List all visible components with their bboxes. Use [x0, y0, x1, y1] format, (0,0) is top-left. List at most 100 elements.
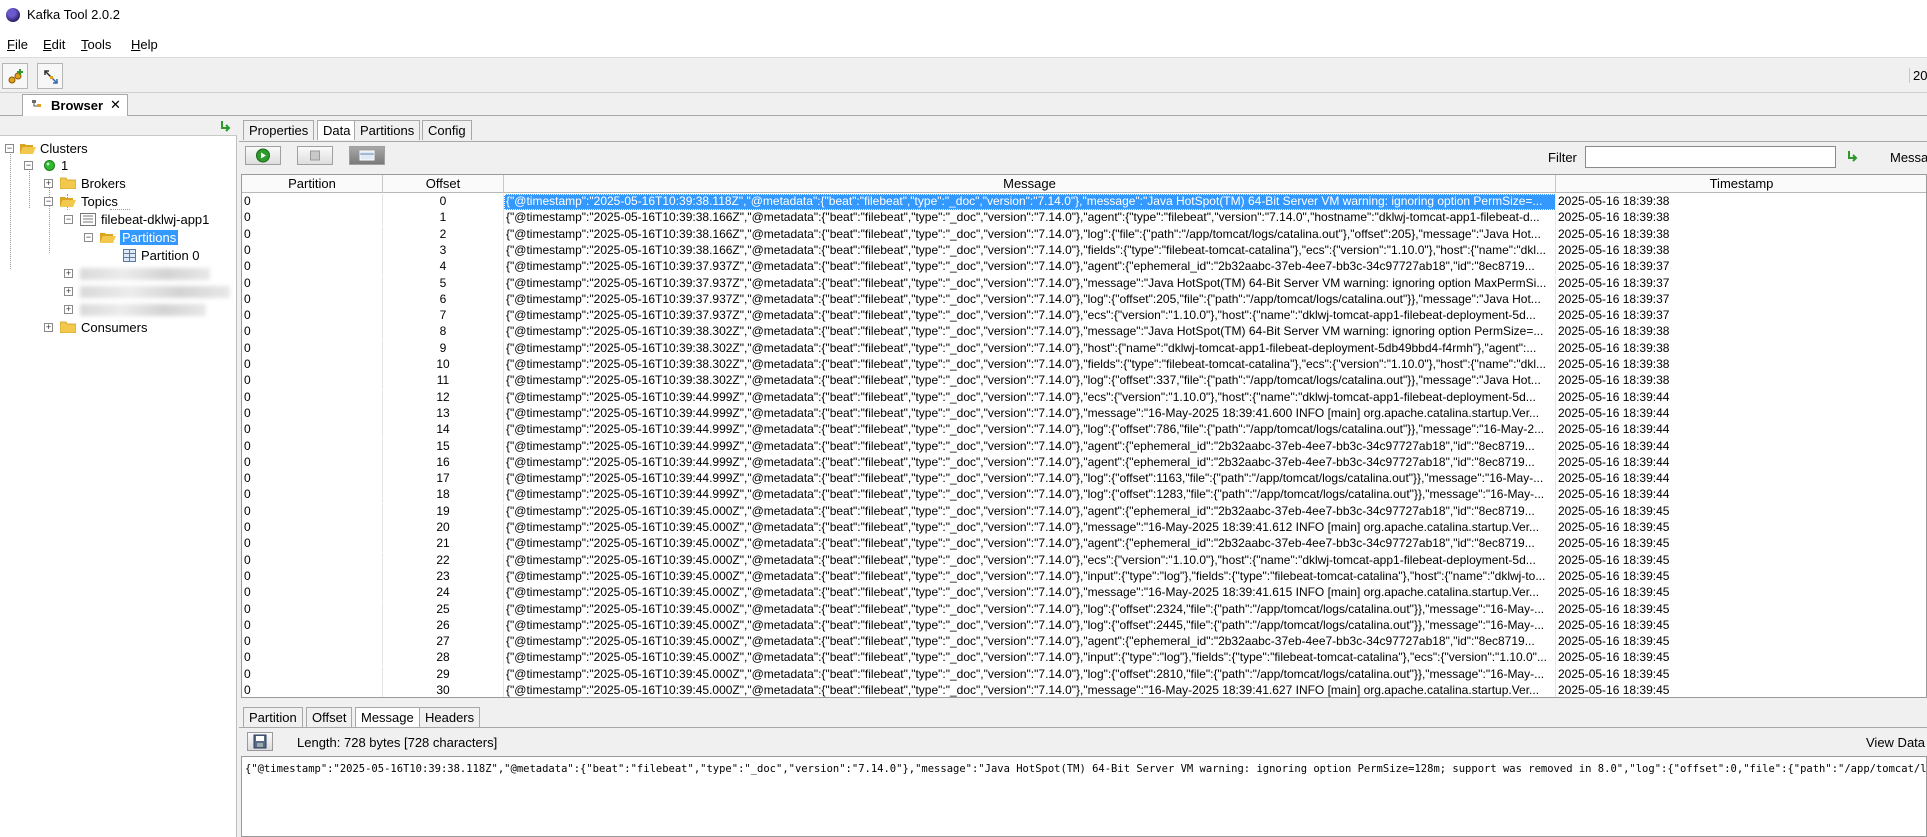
- cell-offset[interactable]: 30: [383, 683, 504, 697]
- cell-offset[interactable]: 3: [383, 242, 504, 259]
- save-message-button[interactable]: [247, 732, 273, 751]
- table-row[interactable]: 0 29 {"@timestamp":"2025-05-16T10:39:45.00…: [242, 666, 1926, 683]
- cell-offset[interactable]: 8: [383, 324, 504, 341]
- cell-partition[interactable]: 0: [242, 340, 383, 357]
- cell-partition[interactable]: 0: [242, 683, 383, 697]
- cell-offset[interactable]: 17: [383, 471, 504, 488]
- cell-message[interactable]: {"@timestamp":"2025-05-16T10:39:44.999Z"…: [504, 422, 1556, 439]
- tree-node-consumers[interactable]: + Consumers: [0, 319, 237, 337]
- cell-offset[interactable]: 24: [383, 585, 504, 602]
- cell-timestamp[interactable]: 2025-05-16 18:39:45: [1556, 553, 1926, 569]
- cell-message[interactable]: {"@timestamp":"2025-05-16T10:39:44.999Z"…: [504, 454, 1556, 471]
- column-header-timestamp[interactable]: Timestamp: [1556, 175, 1926, 193]
- cell-message[interactable]: {"@timestamp":"2025-05-16T10:39:45.000Z"…: [504, 634, 1556, 651]
- tree-node-brokers[interactable]: + Brokers: [0, 175, 237, 193]
- menu-tools[interactable]: Tools: [81, 37, 111, 52]
- close-tab-icon[interactable]: ✕: [110, 97, 121, 113]
- expand-topic-icon[interactable]: +: [64, 287, 73, 296]
- cell-timestamp[interactable]: 2025-05-16 18:39:45: [1556, 683, 1926, 697]
- cell-partition[interactable]: 0: [242, 324, 383, 341]
- cell-offset[interactable]: 15: [383, 438, 504, 455]
- cell-partition[interactable]: 0: [242, 536, 383, 553]
- table-row[interactable]: 0 14 {"@timestamp":"2025-05-16T10:39:44.99…: [242, 422, 1926, 439]
- cell-message[interactable]: {"@timestamp":"2025-05-16T10:39:37.937Z"…: [504, 308, 1556, 325]
- table-row[interactable]: 0 11 {"@timestamp":"2025-05-16T10:39:38.30…: [242, 373, 1926, 390]
- cell-message[interactable]: {"@timestamp":"2025-05-16T10:39:38.166Z"…: [504, 226, 1556, 243]
- cell-partition[interactable]: 0: [242, 259, 383, 276]
- cell-timestamp[interactable]: 2025-05-16 18:39:44: [1556, 406, 1926, 422]
- cell-timestamp[interactable]: 2025-05-16 18:39:38: [1556, 194, 1926, 210]
- cell-message[interactable]: {"@timestamp":"2025-05-16T10:39:38.166Z"…: [504, 210, 1556, 227]
- table-row[interactable]: 0 18 {"@timestamp":"2025-05-16T10:39:44.99…: [242, 487, 1926, 504]
- table-row[interactable]: 0 4 {"@timestamp":"2025-05-16T10:39:37.937…: [242, 259, 1926, 276]
- cell-message[interactable]: {"@timestamp":"2025-05-16T10:39:44.999Z"…: [504, 405, 1556, 422]
- cell-message[interactable]: {"@timestamp":"2025-05-16T10:39:37.937Z"…: [504, 259, 1556, 276]
- cell-partition[interactable]: 0: [242, 405, 383, 422]
- menu-edit[interactable]: Edit: [43, 37, 65, 52]
- cell-timestamp[interactable]: 2025-05-16 18:39:44: [1556, 439, 1926, 455]
- cell-timestamp[interactable]: 2025-05-16 18:39:44: [1556, 422, 1926, 438]
- apply-filter-icon[interactable]: [1845, 149, 1859, 163]
- cell-timestamp[interactable]: 2025-05-16 18:39:37: [1556, 308, 1926, 324]
- cell-partition[interactable]: 0: [242, 568, 383, 585]
- table-row[interactable]: 0 12 {"@timestamp":"2025-05-16T10:39:44.99…: [242, 389, 1926, 406]
- cell-partition[interactable]: 0: [242, 422, 383, 439]
- cell-offset[interactable]: 9: [383, 340, 504, 357]
- table-row[interactable]: 0 1 {"@timestamp":"2025-05-16T10:39:38.166…: [242, 210, 1926, 227]
- cell-message[interactable]: {"@timestamp":"2025-05-16T10:39:45.000Z"…: [504, 568, 1556, 585]
- expand-topic-icon[interactable]: +: [64, 269, 73, 278]
- menu-file[interactable]: File: [7, 37, 28, 52]
- cell-message[interactable]: {"@timestamp":"2025-05-16T10:39:45.000Z"…: [504, 503, 1556, 520]
- cell-message[interactable]: {"@timestamp":"2025-05-16T10:39:45.000Z"…: [504, 650, 1556, 667]
- expand-topic-icon[interactable]: +: [64, 305, 73, 314]
- cell-timestamp[interactable]: 2025-05-16 18:39:37: [1556, 292, 1926, 308]
- filter-input[interactable]: [1585, 146, 1836, 168]
- cell-timestamp[interactable]: 2025-05-16 18:39:38: [1556, 341, 1926, 357]
- cell-partition[interactable]: 0: [242, 503, 383, 520]
- cell-message[interactable]: {"@timestamp":"2025-05-16T10:39:44.999Z"…: [504, 471, 1556, 488]
- tree-node-clusters[interactable]: − Clusters: [0, 140, 237, 158]
- table-row[interactable]: 0 16 {"@timestamp":"2025-05-16T10:39:44.99…: [242, 454, 1926, 471]
- table-row[interactable]: 0 22 {"@timestamp":"2025-05-16T10:39:45.00…: [242, 552, 1926, 569]
- cell-offset[interactable]: 25: [383, 601, 504, 618]
- table-row[interactable]: 0 30 {"@timestamp":"2025-05-16T10:39:45.00…: [242, 683, 1926, 697]
- cell-offset[interactable]: 11: [383, 373, 504, 390]
- cell-timestamp[interactable]: 2025-05-16 18:39:45: [1556, 602, 1926, 618]
- cell-offset[interactable]: 16: [383, 454, 504, 471]
- tab-browser[interactable]: Browser ✕: [22, 94, 128, 116]
- cell-message[interactable]: {"@timestamp":"2025-05-16T10:39:38.166Z"…: [504, 242, 1556, 259]
- cell-partition[interactable]: 0: [242, 552, 383, 569]
- table-row[interactable]: 0 28 {"@timestamp":"2025-05-16T10:39:45.00…: [242, 650, 1926, 667]
- cell-offset[interactable]: 12: [383, 389, 504, 406]
- cell-offset[interactable]: 7: [383, 308, 504, 325]
- tab-partitions[interactable]: Partitions: [354, 120, 421, 140]
- cell-message[interactable]: {"@timestamp":"2025-05-16T10:39:45.000Z"…: [504, 617, 1556, 634]
- cell-offset[interactable]: 13: [383, 405, 504, 422]
- cell-message[interactable]: {"@timestamp":"2025-05-16T10:39:44.999Z"…: [504, 438, 1556, 455]
- collapse-cluster-icon[interactable]: −: [24, 161, 33, 170]
- add-cluster-button[interactable]: [2, 63, 28, 89]
- cell-partition[interactable]: 0: [242, 634, 383, 651]
- table-row[interactable]: 0 27 {"@timestamp":"2025-05-16T10:39:45.00…: [242, 634, 1926, 651]
- cell-offset[interactable]: 28: [383, 650, 504, 667]
- column-header-offset[interactable]: Offset: [383, 175, 504, 193]
- cell-partition[interactable]: 0: [242, 487, 383, 504]
- cell-timestamp[interactable]: 2025-05-16 18:39:38: [1556, 324, 1926, 340]
- cell-offset[interactable]: 4: [383, 259, 504, 276]
- cell-message[interactable]: {"@timestamp":"2025-05-16T10:39:44.999Z"…: [504, 389, 1556, 406]
- tab-detail-offset[interactable]: Offset: [306, 707, 353, 727]
- cell-partition[interactable]: 0: [242, 585, 383, 602]
- tree-node-redacted[interactable]: +: [0, 283, 237, 301]
- table-row[interactable]: 0 24 {"@timestamp":"2025-05-16T10:39:45.00…: [242, 585, 1926, 602]
- cell-timestamp[interactable]: 2025-05-16 18:39:45: [1556, 634, 1926, 650]
- table-row[interactable]: 0 3 {"@timestamp":"2025-05-16T10:39:38.166…: [242, 242, 1926, 259]
- cell-partition[interactable]: 0: [242, 226, 383, 243]
- table-row[interactable]: 0 6 {"@timestamp":"2025-05-16T10:39:37.937…: [242, 291, 1926, 308]
- menu-help[interactable]: Help: [131, 37, 158, 52]
- cell-offset[interactable]: 5: [383, 275, 504, 292]
- cell-partition[interactable]: 0: [242, 471, 383, 488]
- cell-partition[interactable]: 0: [242, 291, 383, 308]
- refresh-icon[interactable]: [218, 119, 232, 133]
- cell-offset[interactable]: 1: [383, 210, 504, 227]
- cell-message[interactable]: {"@timestamp":"2025-05-16T10:39:45.000Z"…: [504, 666, 1556, 683]
